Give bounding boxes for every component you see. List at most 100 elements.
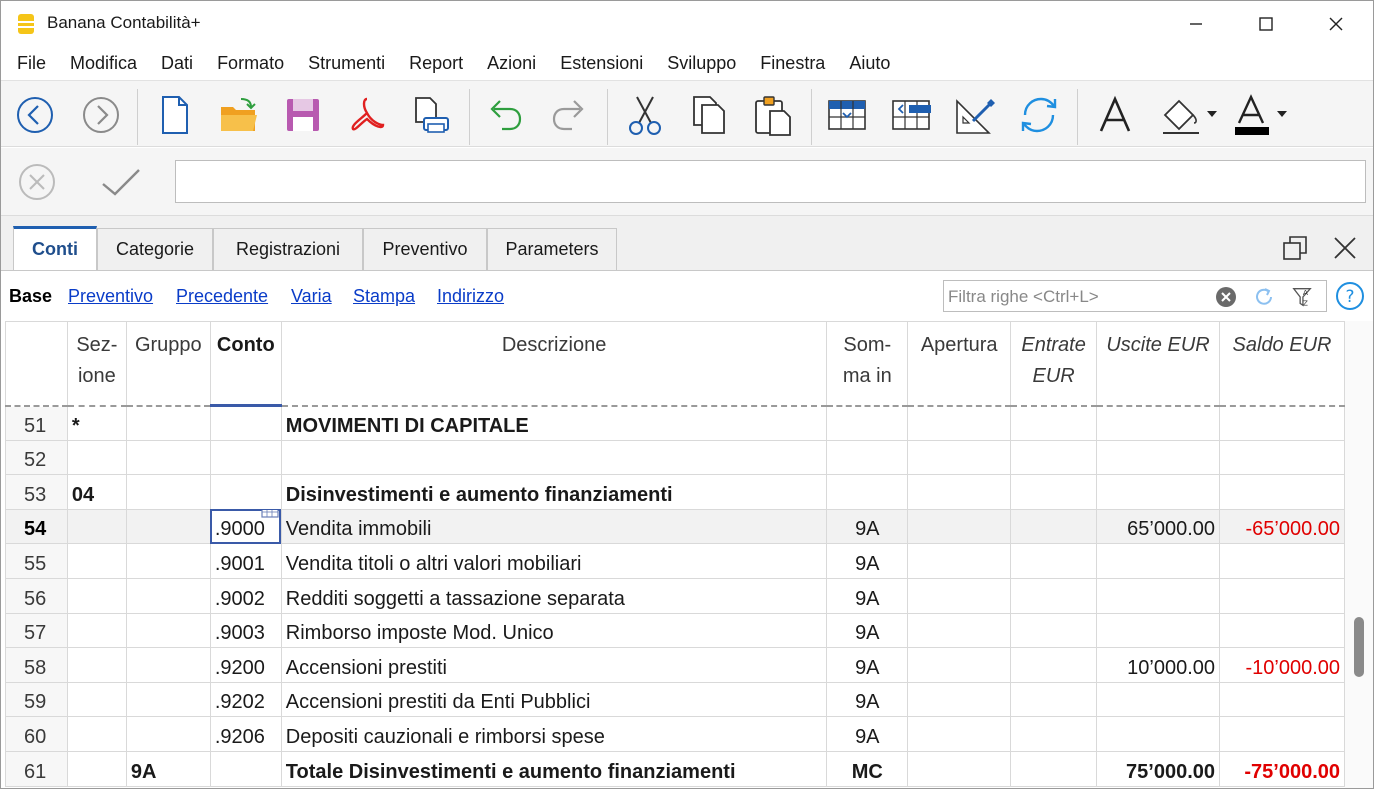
cell-uscite[interactable]: 65’000.00	[1096, 508, 1221, 545]
header-entrate[interactable]: Entrate EUR	[1010, 321, 1098, 407]
cell-apertura[interactable]	[907, 439, 1012, 476]
cell-saldo[interactable]: -75’000.00	[1219, 750, 1345, 787]
refresh-filter-button[interactable]	[1252, 285, 1276, 309]
view-varia[interactable]: Varia	[291, 286, 332, 307]
view-preventivo[interactable]: Preventivo	[68, 286, 153, 307]
view-base[interactable]: Base	[9, 286, 52, 307]
font-button[interactable]	[1089, 89, 1141, 141]
cell-saldo[interactable]	[1219, 612, 1345, 649]
table-row[interactable]: 56 .9002 Redditi soggetti a tassazione sep…	[5, 577, 1345, 614]
cell-somma-in[interactable]: 9A	[826, 577, 909, 614]
vertical-scrollbar[interactable]	[1345, 321, 1373, 788]
view-precedente[interactable]: Precedente	[176, 286, 268, 307]
cell-gruppo[interactable]	[125, 508, 211, 545]
cell-saldo[interactable]	[1219, 716, 1345, 752]
detach-panel-button[interactable]	[1277, 230, 1313, 266]
cell-descrizione[interactable]: MOVIMENTI DI CAPITALE	[280, 405, 828, 441]
back-button[interactable]	[9, 89, 61, 141]
cell-conto[interactable]: .9202	[209, 681, 282, 718]
cell-entrate[interactable]	[1010, 716, 1098, 752]
scrollbar-thumb[interactable]	[1354, 617, 1364, 677]
cell-somma-in[interactable]	[826, 474, 909, 510]
tab-parameters[interactable]: Parameters	[487, 228, 617, 270]
cell-gruppo[interactable]: 9A	[125, 750, 211, 787]
cell-sezione[interactable]	[66, 647, 127, 683]
header-somma-in[interactable]: Som- ma in	[826, 321, 909, 407]
cell-uscite[interactable]	[1096, 716, 1221, 752]
menu-item-formato[interactable]: Formato	[205, 47, 296, 81]
cell-uscite[interactable]	[1096, 439, 1221, 476]
cancel-edit-button[interactable]	[17, 162, 57, 202]
cell-apertura[interactable]	[907, 543, 1012, 579]
close-button[interactable]	[1301, 1, 1371, 47]
text-color-button[interactable]	[1229, 89, 1295, 141]
menu-item-file[interactable]: File	[5, 47, 58, 81]
menu-item-azioni[interactable]: Azioni	[475, 47, 548, 81]
header-uscite[interactable]: Uscite EUR	[1096, 321, 1221, 407]
cell-somma-in[interactable]: 9A	[826, 681, 909, 718]
table-row[interactable]: 55 .9001 Vendita titoli o altri valori mob…	[5, 543, 1345, 579]
confirm-edit-button[interactable]	[99, 162, 143, 202]
cell-conto[interactable]	[209, 474, 282, 510]
cell-saldo[interactable]	[1219, 405, 1345, 441]
cell-entrate[interactable]	[1010, 681, 1098, 718]
cell-uscite[interactable]	[1096, 405, 1221, 441]
cell-entrate[interactable]	[1010, 647, 1098, 683]
cell-uscite[interactable]	[1096, 577, 1221, 614]
header-descrizione[interactable]: Descrizione	[280, 321, 828, 407]
tab-categorie[interactable]: Categorie	[97, 228, 213, 270]
cell-gruppo[interactable]	[125, 681, 211, 718]
header-sezione[interactable]: Sez- ione	[66, 321, 127, 407]
cell-edit-input[interactable]	[175, 160, 1366, 203]
cell-apertura[interactable]	[907, 405, 1012, 441]
cell-conto[interactable]: .9200	[209, 647, 282, 683]
cell-entrate[interactable]	[1010, 577, 1098, 614]
undo-button[interactable]	[479, 89, 531, 141]
cell-somma-in[interactable]: MC	[826, 750, 909, 787]
cell-apertura[interactable]	[907, 681, 1012, 718]
cell-apertura[interactable]	[907, 750, 1012, 787]
cell-somma-in[interactable]: 9A	[826, 647, 909, 683]
delete-row-button[interactable]	[885, 89, 937, 141]
cell-conto[interactable]: .9206	[209, 716, 282, 752]
cell-gruppo[interactable]	[125, 612, 211, 649]
tab-conti[interactable]: Conti	[13, 226, 97, 270]
fill-color-button[interactable]	[1157, 89, 1223, 141]
cell-descrizione[interactable]: Totale Disinvestimenti e aumento finanzi…	[280, 750, 828, 787]
cell-saldo[interactable]	[1219, 577, 1345, 614]
print-button[interactable]	[405, 89, 457, 141]
table-row[interactable]: 53 04 Disinvestimenti e aumento finanziame…	[5, 474, 1345, 510]
cell-gruppo[interactable]	[125, 474, 211, 510]
open-file-button[interactable]	[213, 89, 265, 141]
cell-conto[interactable]: .9001	[209, 543, 282, 579]
cell-somma-in[interactable]: 9A	[826, 612, 909, 649]
cell-conto[interactable]	[209, 405, 282, 441]
edit-columns-button[interactable]	[949, 89, 1001, 141]
cell-sezione[interactable]: *	[66, 405, 127, 441]
cell-gruppo[interactable]	[125, 405, 211, 441]
cell-descrizione[interactable]	[280, 439, 828, 476]
sort-filter-button[interactable]: AZ	[1290, 285, 1314, 309]
view-indirizzo[interactable]: Indirizzo	[437, 286, 504, 307]
header-gruppo[interactable]: Gruppo	[125, 321, 211, 407]
cell-apertura[interactable]	[907, 508, 1012, 545]
cell-somma-in[interactable]: 9A	[826, 543, 909, 579]
cell-gruppo[interactable]	[125, 543, 211, 579]
cell-apertura[interactable]	[907, 577, 1012, 614]
cell-apertura[interactable]	[907, 716, 1012, 752]
menu-item-modifica[interactable]: Modifica	[58, 47, 149, 81]
cell-somma-in[interactable]	[826, 405, 909, 441]
copy-button[interactable]	[683, 89, 735, 141]
cell-sezione[interactable]	[66, 716, 127, 752]
cell-entrate[interactable]	[1010, 750, 1098, 787]
cell-uscite[interactable]: 10’000.00	[1096, 647, 1221, 683]
cell-sezione[interactable]: 04	[66, 474, 127, 510]
cell-entrate[interactable]	[1010, 405, 1098, 441]
close-panel-button[interactable]	[1327, 230, 1363, 266]
cell-conto[interactable]: .9003	[209, 612, 282, 649]
cell-sezione[interactable]	[66, 543, 127, 579]
cell-somma-in[interactable]: 9A	[826, 508, 909, 545]
cell-entrate[interactable]	[1010, 439, 1098, 476]
menu-item-strumenti[interactable]: Strumenti	[296, 47, 397, 81]
menu-item-dati[interactable]: Dati	[149, 47, 205, 81]
